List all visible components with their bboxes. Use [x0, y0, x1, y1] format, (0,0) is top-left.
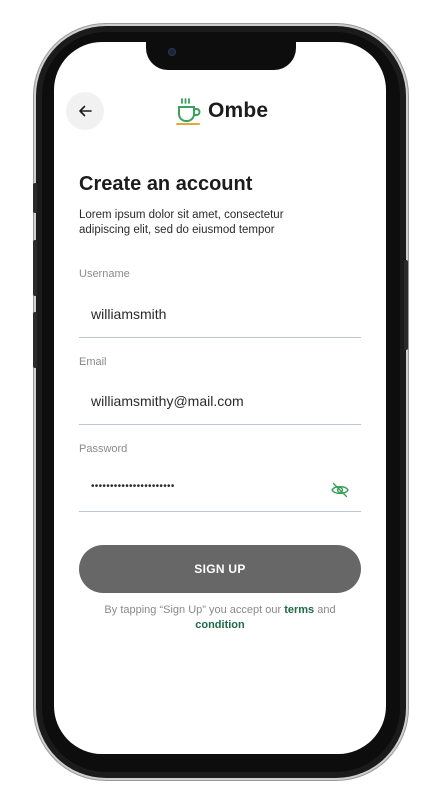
password-underline [79, 511, 361, 512]
page-subtitle: Lorem ipsum dolor sit amet, consectetur … [79, 209, 284, 236]
back-button[interactable] [66, 92, 104, 130]
username-label: Username [79, 268, 130, 280]
username-underline [79, 337, 361, 338]
side-button-power [404, 260, 408, 350]
notch [146, 42, 296, 70]
front-camera [168, 48, 176, 56]
app-name: Ombe [208, 99, 269, 122]
terms-prefix: By tapping “Sign Up” you accept our [104, 604, 285, 616]
side-button-action [33, 183, 37, 213]
email-field[interactable]: williamsmithy@mail.com [91, 393, 244, 409]
eye-off-icon [331, 482, 349, 498]
terms-link[interactable]: terms [284, 604, 314, 616]
email-underline [79, 424, 361, 425]
password-label: Password [79, 443, 128, 455]
page-title: Create an account [79, 173, 253, 195]
username-field[interactable]: williamsmith [91, 306, 166, 322]
terms-middle: and [314, 604, 336, 616]
side-button-volume-up [33, 240, 37, 296]
coffee-cup-icon [176, 98, 201, 125]
sign-up-button[interactable]: SIGN UP [79, 545, 361, 593]
terms-notice: By tapping “Sign Up” you accept our term… [79, 603, 361, 633]
password-field[interactable]: •••••••••••••••••••••• [91, 481, 175, 492]
app-logo: Ombe [176, 96, 268, 126]
toggle-password-visibility[interactable] [330, 480, 350, 500]
side-button-volume-down [33, 312, 37, 368]
email-label: Email [79, 356, 107, 368]
arrow-left-icon [79, 105, 92, 117]
condition-link[interactable]: condition [195, 619, 245, 631]
